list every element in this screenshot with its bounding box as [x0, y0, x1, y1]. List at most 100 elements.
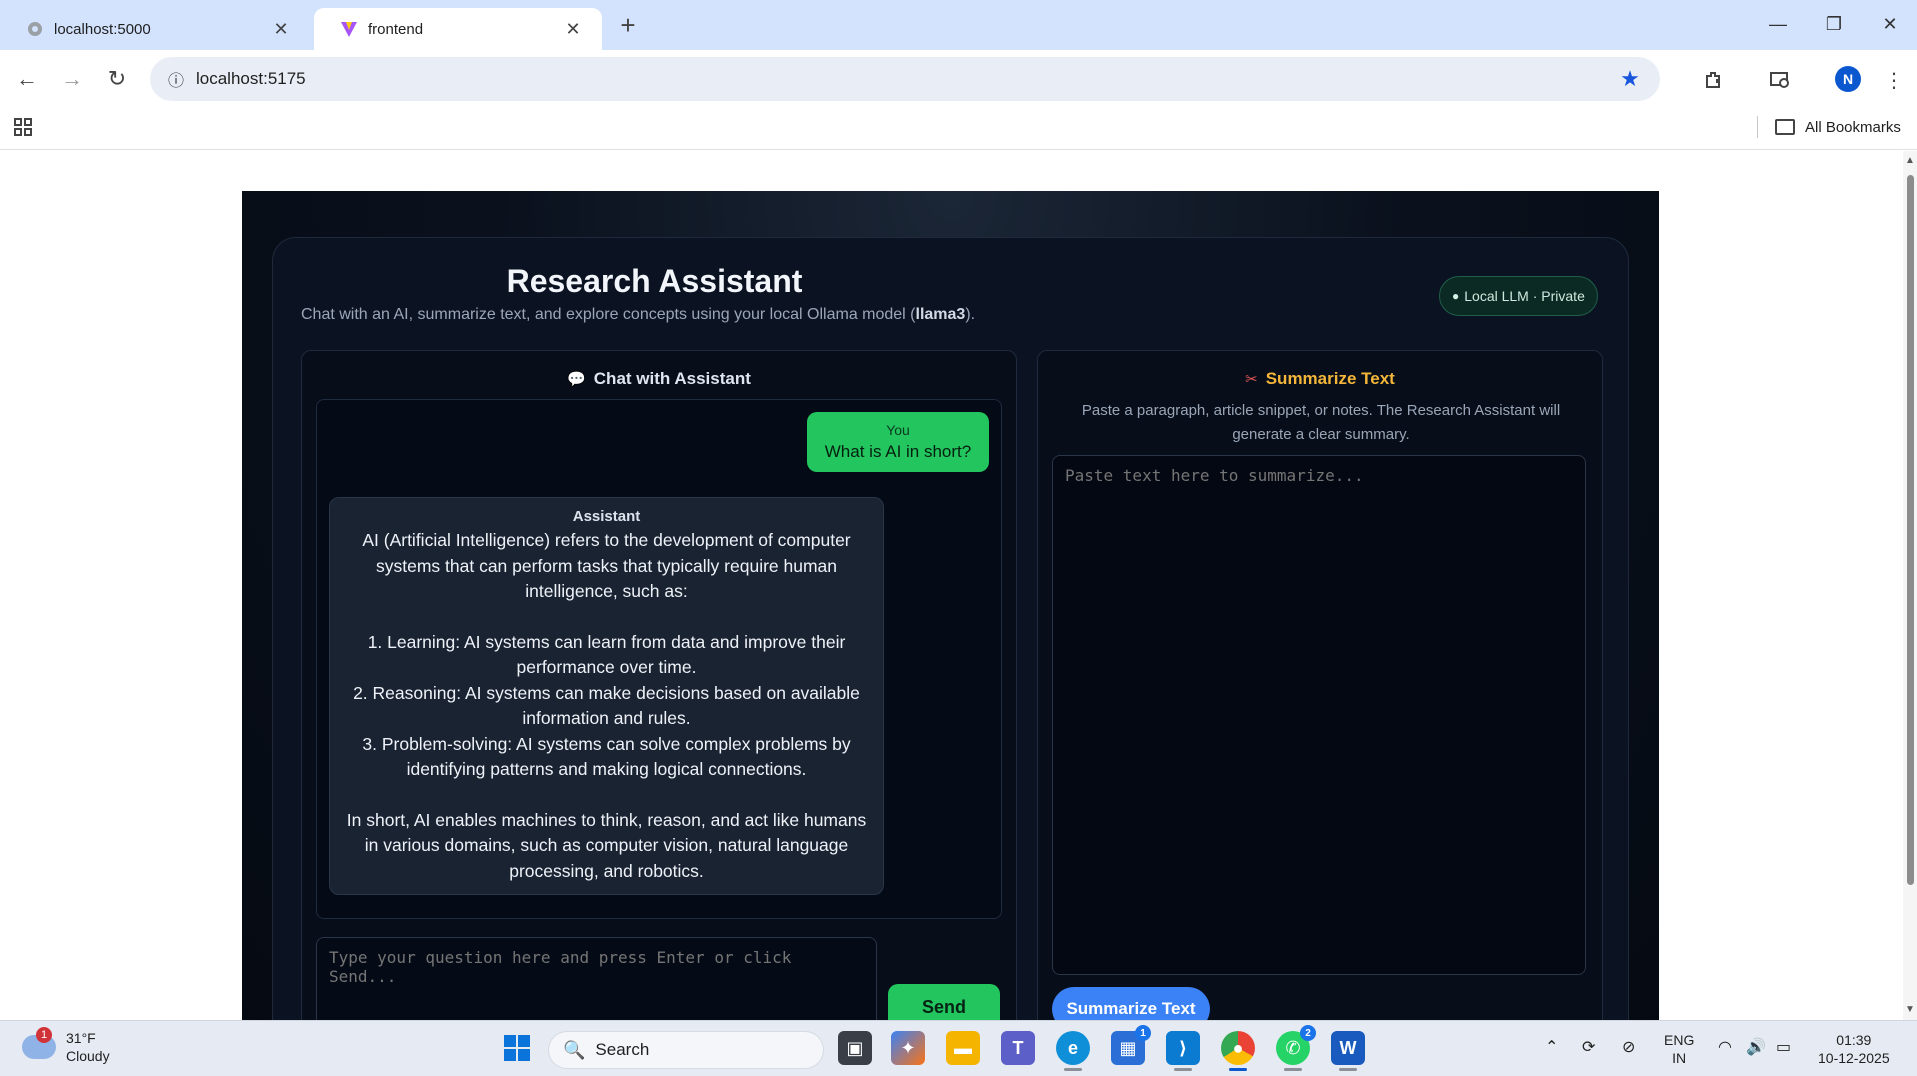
url-text[interactable]: localhost:5175 [196, 69, 1610, 89]
reload-icon[interactable]: ↻ [102, 64, 132, 94]
message-text: What is AI in short? [824, 442, 972, 461]
message-outro: In short, AI enables machines to think, … [346, 809, 867, 881]
page-title: Research Assistant [506, 263, 803, 299]
page-subtitle: Chat with an AI, summarize text, and exp… [301, 306, 975, 324]
microsoft-store-icon[interactable]: ▦ 1 [1111, 1025, 1151, 1065]
close-window-button[interactable]: ✕ [1870, 8, 1910, 40]
weather-alert-badge: 1 [36, 1027, 52, 1043]
apps-grid-icon[interactable] [12, 116, 36, 140]
user-message: You What is AI in short? [807, 412, 989, 472]
summarize-panel: ✂ Summarize Text Paste a paragraph, arti… [1037, 350, 1603, 1020]
clock[interactable]: 01:39 10-12-2025 [1818, 1031, 1890, 1067]
subtitle-text: Chat with an AI, summarize text, and exp… [301, 306, 916, 323]
bookmarks-separator [1757, 116, 1758, 138]
search-icon: 🔍 [563, 1039, 586, 1060]
subtitle-suffix: ). [965, 306, 976, 323]
taskbar-search[interactable]: 🔍 Search [548, 1031, 824, 1069]
chat-panel: 💬 Chat with Assistant You What is AI in … [301, 350, 1017, 1020]
all-bookmarks-label: All Bookmarks [1805, 118, 1901, 136]
chat-input[interactable] [316, 937, 877, 1020]
windows-start-icon[interactable] [500, 1031, 534, 1065]
summarize-button[interactable]: Summarize Text [1052, 987, 1210, 1020]
battery-icon[interactable]: ▭ [1776, 1037, 1791, 1057]
send-button[interactable]: Send [888, 984, 1000, 1020]
restore-button[interactable]: ❐ [1814, 8, 1854, 40]
model-name: llama3 [915, 306, 966, 323]
teams-icon[interactable]: T [1001, 1031, 1035, 1065]
store-badge: 1 [1135, 1025, 1151, 1041]
globe-icon [26, 20, 44, 38]
summarize-heading-label: Summarize Text [1265, 369, 1395, 388]
page-viewport: Research Assistant Chat with an AI, summ… [0, 151, 1903, 1020]
weather-widget[interactable]: 1 31°F Cloudy [22, 1027, 110, 1065]
speech-bubble-icon: 💬 [567, 371, 586, 388]
summarize-description: Paste a paragraph, article snippet, or n… [1081, 402, 1561, 443]
tab-strip: localhost:5000 ✕ frontend ✕ + — ❐ ✕ [0, 0, 1917, 50]
vscode-icon[interactable]: ⟩ [1166, 1031, 1200, 1071]
tab-title: frontend [368, 20, 424, 38]
network-off-icon[interactable]: ⊘ [1622, 1037, 1635, 1057]
scroll-up-icon[interactable]: ▲ [1905, 155, 1915, 166]
clock-date: 10-12-2025 [1818, 1050, 1890, 1066]
language-indicator[interactable]: ENG IN [1664, 1031, 1694, 1067]
all-bookmarks-button[interactable]: All Bookmarks [1775, 114, 1901, 140]
scroll-thumb[interactable] [1907, 175, 1914, 885]
cloud-icon: 1 [22, 1027, 56, 1059]
page-scrollbar[interactable]: ▲ ▼ [1903, 151, 1917, 1020]
message-list: 1. Learning: AI systems can learn from d… [346, 630, 867, 783]
chrome-icon[interactable]: ● [1221, 1031, 1255, 1071]
folder-icon [1775, 119, 1795, 135]
tab-title: localhost:5000 [54, 20, 151, 38]
minimize-button[interactable]: — [1758, 8, 1798, 40]
scroll-down-icon[interactable]: ▼ [1905, 1004, 1915, 1015]
app-background: Research Assistant Chat with an AI, summ… [242, 191, 1659, 1020]
menu-icon[interactable]: ⋮ [1878, 64, 1910, 96]
chat-heading: 💬 Chat with Assistant [302, 369, 1016, 389]
chat-heading-label: Chat with Assistant [593, 369, 751, 388]
copilot-icon[interactable]: ✦ [891, 1031, 925, 1065]
status-badge: ● Local LLM · Private [1439, 276, 1598, 316]
tray-chevron-up-icon[interactable]: ⌃ [1545, 1037, 1558, 1057]
profile-avatar[interactable]: N [1835, 66, 1861, 92]
bookmark-star-icon[interactable]: ★ [1610, 66, 1650, 92]
taskbar-search-label: Search [595, 1040, 650, 1059]
weather-temperature: 31°F [66, 1030, 96, 1046]
chat-log[interactable]: You What is AI in short? Assistant AI (A… [316, 399, 1002, 919]
bookmarks-bar: All Bookmarks [0, 108, 1917, 150]
clock-time: 01:39 [1836, 1032, 1872, 1048]
assistant-message: Assistant AI (Artificial Intelligence) r… [329, 497, 884, 895]
message-author: You [886, 422, 910, 438]
edge-icon[interactable]: e [1056, 1031, 1090, 1071]
taskbar: 1 31°F Cloudy 🔍 Search ▣ ✦ ▬ T e ▦ 1 ⟩ ● … [0, 1020, 1917, 1076]
list-item: 2. Reasoning: AI systems can make decisi… [353, 682, 860, 729]
volume-icon[interactable]: 🔊 [1746, 1037, 1766, 1057]
weather-description: Cloudy [66, 1048, 110, 1064]
new-tab-button[interactable]: + [614, 12, 642, 40]
language-line1: ENG [1664, 1032, 1695, 1048]
file-explorer-icon[interactable]: ▬ [946, 1031, 980, 1065]
message-author: Assistant [572, 508, 641, 525]
list-item: 1. Learning: AI systems can learn from d… [367, 631, 846, 678]
tab-localhost-5000[interactable]: localhost:5000 ✕ [0, 8, 310, 50]
list-item: 3. Problem-solving: AI systems can solve… [362, 733, 851, 780]
message-intro: AI (Artificial Intelligence) refers to t… [362, 530, 851, 601]
back-icon[interactable]: ← [12, 64, 42, 94]
task-view-icon[interactable]: ▣ [838, 1031, 872, 1065]
status-badge-label: Local LLM · Private [1464, 288, 1585, 304]
extensions-icon[interactable] [1697, 64, 1729, 96]
tab-close-icon[interactable]: ✕ [270, 19, 292, 40]
media-icon[interactable] [1764, 64, 1796, 96]
wifi-icon[interactable]: ◠ [1718, 1037, 1732, 1057]
scissors-icon: ✂ [1245, 371, 1258, 388]
status-dot-icon: ● [1452, 289, 1460, 303]
tab-close-icon[interactable]: ✕ [562, 19, 584, 40]
site-info-icon[interactable]: ⓘ [156, 67, 196, 91]
address-bar[interactable]: ⓘ localhost:5175 ★ [150, 57, 1660, 101]
whatsapp-icon[interactable]: ✆ 2 [1276, 1025, 1316, 1071]
summarize-input[interactable] [1052, 455, 1586, 975]
word-icon[interactable]: W [1331, 1031, 1365, 1071]
sync-icon[interactable]: ⟳ [1582, 1037, 1595, 1057]
main-card: Research Assistant Chat with an AI, summ… [272, 237, 1629, 1020]
tab-frontend[interactable]: frontend ✕ [314, 8, 602, 50]
forward-icon[interactable]: → [57, 64, 87, 94]
